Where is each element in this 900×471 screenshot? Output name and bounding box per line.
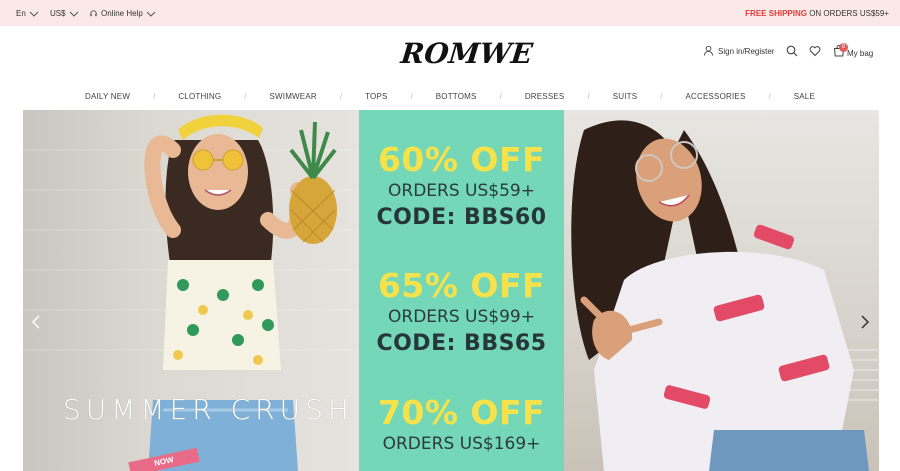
promo-highlight: FREE SHIPPING xyxy=(745,9,807,18)
nav-item-sale[interactable]: SALE xyxy=(794,92,815,101)
my-bag-label: My bag xyxy=(847,49,874,58)
offer-orders: ORDERS US$59+ xyxy=(388,181,535,201)
promo-text: ON ORDERS US$59+ xyxy=(806,9,889,18)
chevron-left-icon[interactable] xyxy=(31,315,41,329)
nav-item-daily-new[interactable]: DAILY NEW xyxy=(85,92,130,101)
nav-separator: / xyxy=(499,91,502,101)
headset-icon xyxy=(90,10,97,17)
offer-percent: 70% OFF xyxy=(377,393,546,432)
online-help-label: Online Help xyxy=(101,9,143,18)
offer-percent: 60% OFF xyxy=(377,140,546,179)
nav-item-suits[interactable]: SUITS xyxy=(613,92,638,101)
offer-percent: 65% OFF xyxy=(377,266,546,305)
sign-in-label: Sign in/Register xyxy=(718,47,775,56)
nav-separator: / xyxy=(768,91,771,101)
chevron-down-icon xyxy=(29,11,39,17)
user-icon xyxy=(703,45,714,56)
nav-separator: / xyxy=(339,91,343,101)
offer-65: 65% OFF ORDERS US$99+ CODE: BBS65 xyxy=(359,266,564,356)
bag-count-badge: 0 xyxy=(839,43,848,52)
nav-item-swimwear[interactable]: SWIMWEAR xyxy=(269,92,316,101)
currency-label: US$ xyxy=(50,9,66,18)
nav-item-accessories[interactable]: ACCESSORIES xyxy=(685,92,745,101)
offer-60: 60% OFF ORDERS US$59+ CODE: BBS60 xyxy=(359,140,564,230)
nav-separator: / xyxy=(244,91,247,101)
offer-orders: ORDERS US$169+ xyxy=(382,434,541,454)
hero-caption: SUMMER CRUSH xyxy=(63,393,354,426)
chevron-right-icon[interactable] xyxy=(860,315,870,329)
free-shipping-promo[interactable]: FREE SHIPPING ON ORDERS US$59+ xyxy=(745,9,889,18)
offer-orders: ORDERS US$99+ xyxy=(388,307,535,327)
offer-code: CODE: BBS60 xyxy=(376,205,547,230)
language-label: En xyxy=(16,9,26,18)
nav-separator: / xyxy=(587,91,590,101)
chevron-down-icon xyxy=(69,11,78,17)
language-selector[interactable]: En xyxy=(16,9,39,18)
heart-icon[interactable] xyxy=(809,45,821,57)
nav-item-tops[interactable]: TOPS xyxy=(365,92,387,101)
promo-panel[interactable]: 60% OFF ORDERS US$59+ CODE: BBS60 65% OF… xyxy=(359,110,564,471)
nav-item-bottoms[interactable]: BOTTOMS xyxy=(436,92,477,101)
search-icon[interactable] xyxy=(786,45,798,57)
nav-separator: / xyxy=(410,91,413,101)
nav-item-clothing[interactable]: CLOTHING xyxy=(178,92,221,101)
online-help[interactable]: Online Help xyxy=(89,9,156,18)
romwe-logo[interactable]: ROMWE xyxy=(399,35,534,73)
hero-photo-left: SUMMER CRUSH xyxy=(23,110,359,471)
nav-item-dresses[interactable]: DRESSES xyxy=(525,92,565,101)
model-in-tshirt-illustration xyxy=(571,120,879,471)
hero-photo-right xyxy=(564,110,879,471)
currency-selector[interactable]: US$ xyxy=(50,9,79,18)
offer-code: CODE: BBS65 xyxy=(376,331,547,356)
nav-separator: / xyxy=(660,91,663,101)
sign-in-link[interactable]: Sign in/Register xyxy=(703,44,774,56)
top-bar: En US$ Online Help FREE SHIPPING ON ORDE… xyxy=(0,0,900,26)
hero-banner[interactable]: SUMMER CRUSH 60% OFF ORDERS US$59+ CODE:… xyxy=(23,110,879,471)
offer-70: 70% OFF ORDERS US$169+ xyxy=(359,393,564,454)
main-nav: DAILY NEW / CLOTHING / SWIMWEAR / TOPS /… xyxy=(0,88,900,104)
chevron-down-icon xyxy=(146,11,156,17)
nav-separator: / xyxy=(153,91,156,101)
